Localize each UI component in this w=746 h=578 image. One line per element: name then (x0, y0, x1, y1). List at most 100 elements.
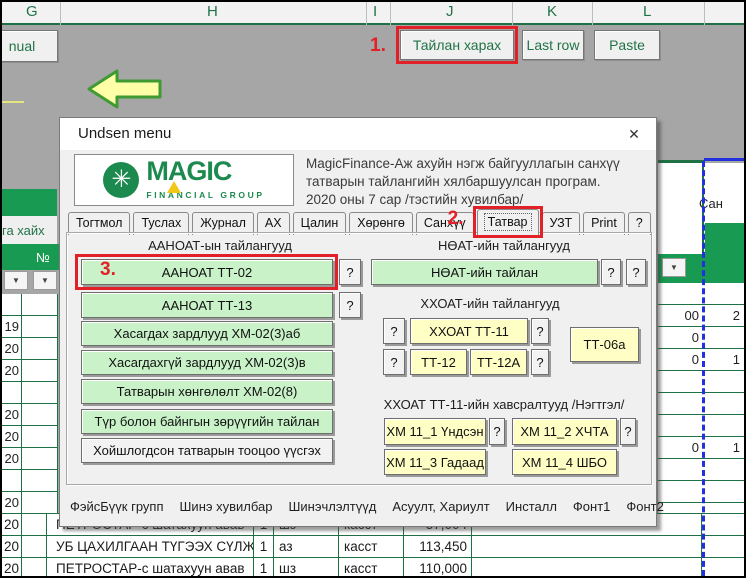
magic-logo: ✳ MAGIC FINANCIAL GROUP (74, 154, 294, 206)
faq-link[interactable]: Асуулт, Хариулт (392, 499, 489, 514)
aanoat-section-header: ААНОАТ-ын тайлангууд (80, 238, 360, 253)
help-button[interactable]: ? (339, 292, 361, 318)
deductible-expenses-button[interactable]: Хасагдах зардлууд ХМ-02(3)аб (81, 321, 333, 346)
sheet-row[interactable] (658, 459, 744, 481)
sheet-row[interactable]: 20 (2, 360, 57, 382)
help-button[interactable]: ? (383, 318, 405, 344)
help-button[interactable]: ? (339, 259, 361, 285)
sheet-row[interactable]: 20 (2, 492, 57, 514)
pagebreak-line (704, 158, 744, 161)
selection-dash (2, 101, 24, 103)
font1-link[interactable]: Фонт1 (573, 499, 610, 514)
number-column-header: № (2, 244, 59, 270)
sheet-row[interactable] (658, 481, 744, 503)
help-button[interactable]: ? (531, 318, 549, 344)
left-header-cell (2, 189, 57, 216)
help-button[interactable]: ? (531, 349, 549, 375)
report-view-button[interactable]: Тайлан харах (400, 30, 514, 60)
last-row-button[interactable]: Last row (522, 30, 584, 60)
excel-window: G H I J K L nual 1. Тайлан харах Last ro… (0, 0, 746, 578)
tt06a-button[interactable]: ТТ-06а (570, 327, 639, 362)
tt12a-button[interactable]: ТТ-12А (470, 349, 527, 375)
sheet-row[interactable] (658, 393, 744, 415)
sheet-row[interactable] (658, 371, 744, 393)
sheet-row[interactable]: 002 (658, 305, 744, 327)
sheet-row[interactable]: 20 (2, 448, 57, 470)
right-header-cell (705, 223, 744, 254)
column-header[interactable]: H (207, 3, 218, 20)
dialog-title: Undsen menu (78, 118, 171, 150)
dialog-footer-links: ФэйсБүүк групп Шинэ хувилбар Шинэчлэлтүү… (70, 499, 664, 514)
noat-section-header: НӨАТ-ийн тайлангууд (365, 238, 643, 253)
sheet-row[interactable]: 20 УБ ЦАХИЛГААН ТҮГЭЭХ СҮЛЖЭЭ 1 аз касст… (2, 536, 744, 558)
left-rows: 19 20 20 20 20 20 20 (2, 294, 58, 514)
undsen-menu-dialog: Undsen menu ✕ ✳ MAGIC FINANCIAL GROUP Ma… (59, 117, 657, 527)
sheet-row[interactable]: 01 (658, 349, 744, 371)
xm11-1-button[interactable]: ХМ 11_1 Үндсэн (384, 418, 486, 445)
sheet-row[interactable] (2, 382, 57, 404)
paste-button[interactable]: Paste (594, 30, 660, 60)
manual-button[interactable]: nual (0, 30, 58, 62)
deferred-tax-button[interactable]: Хойшлогдсон татварын тооцоо үүсгэх (81, 438, 333, 463)
hhoat-tt11-button[interactable]: ХХОАТ ТТ-11 (410, 318, 528, 344)
hhoat-section-header: ХХОАТ-ийн тайлангууд (365, 296, 615, 311)
annotation-step-3: 3. (100, 259, 116, 281)
sheet-row[interactable]: 20 (2, 404, 57, 426)
xm11-2-button[interactable]: ХМ 11_2 ХЧТА (512, 418, 617, 445)
tt12-button[interactable]: ТТ-12 (410, 349, 467, 375)
install-link[interactable]: Инсталл (506, 499, 557, 514)
arrow-left-icon[interactable] (86, 68, 164, 110)
sheet-row[interactable] (2, 294, 57, 316)
column-header-band: G H I J K L (2, 2, 744, 25)
close-icon[interactable]: ✕ (626, 126, 642, 142)
sheet-row[interactable] (658, 283, 744, 305)
annotation-step-1: 1. (370, 35, 386, 57)
sheet-row[interactable] (2, 470, 57, 492)
right-rows: 002 0 01 01 (658, 283, 744, 513)
help-button[interactable]: ? (383, 349, 405, 375)
xm11-4-button[interactable]: ХМ 11_4 ШБО (512, 449, 617, 475)
filter-dropdown-icon[interactable]: ▼ (33, 271, 57, 290)
search-cell-label: га хайх (2, 216, 57, 244)
annotation-box-2 (473, 206, 543, 238)
help-button[interactable]: ? (601, 259, 621, 285)
sheet-row[interactable]: 20 (2, 426, 57, 448)
updates-link[interactable]: Шинэчлэлтүүд (288, 499, 376, 514)
column-header[interactable]: G (26, 3, 38, 20)
grid-border (658, 160, 704, 163)
program-description: MagicFinance-Аж ахуйн нэгж байгууллагын … (306, 155, 654, 209)
sheet-row[interactable]: 01 (658, 437, 744, 459)
logo-subtitle: FINANCIAL GROUP (146, 190, 264, 200)
annotation-step-2: 2. (448, 206, 464, 231)
filter-dropdown-icon[interactable]: ▼ (4, 271, 28, 290)
column-header[interactable]: K (547, 3, 557, 20)
column-header[interactable]: L (643, 3, 651, 20)
attachments-section-header: ХХОАТ ТТ-11-ийн хавсралтууд /Нэгтгэл/ (370, 397, 638, 412)
tax-relief-button[interactable]: Татварын хөнгөлөлт ХМ-02(8) (81, 379, 333, 404)
help-button[interactable]: ? (620, 418, 636, 445)
logo-star-icon: ✳ (103, 162, 139, 198)
tab-tatvar[interactable]: 2. Татвар (477, 209, 539, 236)
sheet-row[interactable]: 20 ПЕТРОСТАР-с шатахуун авав 1 шз касст … (2, 558, 744, 578)
xm11-3-button[interactable]: ХМ 11_3 Гадаад (384, 449, 486, 475)
sheet-row[interactable]: 0 (658, 327, 744, 349)
facebook-group-link[interactable]: ФэйсБүүк групп (70, 499, 164, 514)
nondeductible-expenses-button[interactable]: Хасагдахгүй зардлууд ХМ-02(3)в (81, 350, 333, 375)
font2-link[interactable]: Фонт2 (626, 499, 663, 514)
temporary-permanent-diff-button[interactable]: Түр болон байнгын зөрүүгийн тайлан (81, 409, 333, 434)
help-button[interactable]: ? (489, 418, 505, 445)
sheet-row[interactable]: 20 (2, 338, 57, 360)
column-header[interactable]: J (446, 3, 454, 20)
noat-report-button[interactable]: НӨАТ-ийн тайлан (371, 259, 598, 285)
dialog-tabs: Тогтмол Туслах Журнал АХ Цалин Хөрөнгө С… (68, 208, 651, 235)
aanoat-tt13-button[interactable]: ААНОАТ ТТ-13 (81, 292, 333, 318)
help-button[interactable]: ? (626, 259, 646, 285)
pagebreak-dashed-line (702, 161, 705, 576)
column-header[interactable]: I (373, 3, 377, 20)
sheet-row[interactable] (658, 415, 744, 437)
sheet-row[interactable]: 19 (2, 316, 57, 338)
filter-dropdown-icon[interactable]: ▼ (662, 258, 686, 277)
new-version-link[interactable]: Шинэ хувилбар (180, 499, 273, 514)
aanoat-tt02-button[interactable]: ААНОАТ ТТ-02 (81, 259, 333, 285)
logo-brand: MAGIC (146, 156, 231, 186)
